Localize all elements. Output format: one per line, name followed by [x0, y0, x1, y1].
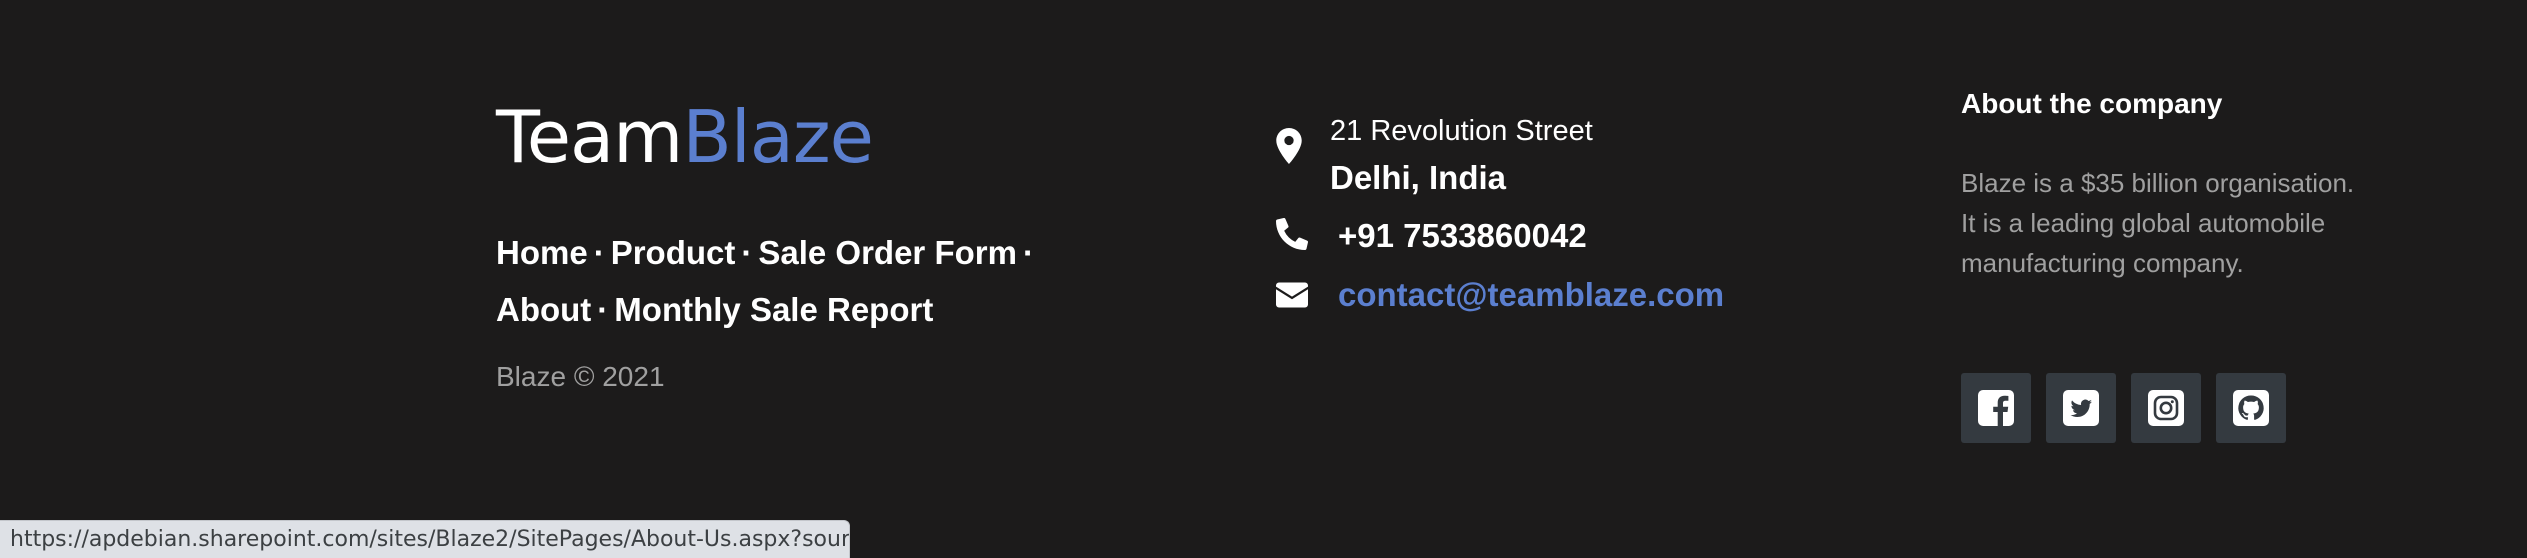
address-line-1: 21 Revolution Street [1330, 115, 1593, 147]
nav-separator: · [741, 234, 753, 271]
copyright-text: Blaze © 2021 [496, 361, 665, 392]
twitter-button[interactable] [2046, 373, 2116, 443]
nav-separator: · [597, 291, 609, 328]
nav-separator: · [1022, 234, 1034, 271]
nav-link-monthly-sale-report[interactable]: Monthly Sale Report [614, 291, 933, 328]
browser-status-bar: https://apdebian.sharepoint.com/sites/Bl… [0, 520, 850, 558]
site-footer: TeamBlaze Home · Product · Sale Order Form · A… [0, 0, 2527, 558]
about-description: Blaze is a $35 billion organisation. It … [1961, 168, 2355, 278]
phone-icon [1276, 216, 1308, 252]
brand-logo[interactable]: TeamBlaze [496, 92, 874, 182]
nav-link-sale-order-form[interactable]: Sale Order Form [758, 234, 1017, 271]
nav-link-about[interactable]: About [496, 291, 591, 328]
brand-logo-part1: Team [496, 95, 683, 179]
instagram-button[interactable] [2131, 373, 2201, 443]
facebook-icon [1978, 390, 2014, 426]
about-title: About the company [1961, 88, 2223, 119]
github-icon [2233, 390, 2269, 426]
address-line-2: Delhi, India [1330, 159, 1507, 196]
github-button[interactable] [2216, 373, 2286, 443]
nav-separator: · [593, 234, 605, 271]
nav-link-product[interactable]: Product [611, 234, 736, 271]
twitter-icon [2063, 390, 2099, 426]
phone-number: +91 7533860042 [1338, 217, 1587, 254]
map-marker-icon [1273, 128, 1305, 164]
brand-logo-part2: Blaze [682, 95, 874, 179]
envelope-icon [1276, 277, 1308, 313]
footer-nav: Home · Product · Sale Order Form · About · Month… [496, 224, 1056, 338]
email-link[interactable]: contact@teamblaze.com [1338, 275, 1724, 315]
facebook-button[interactable] [1961, 373, 2031, 443]
instagram-icon [2148, 390, 2184, 426]
nav-link-home[interactable]: Home [496, 234, 588, 271]
